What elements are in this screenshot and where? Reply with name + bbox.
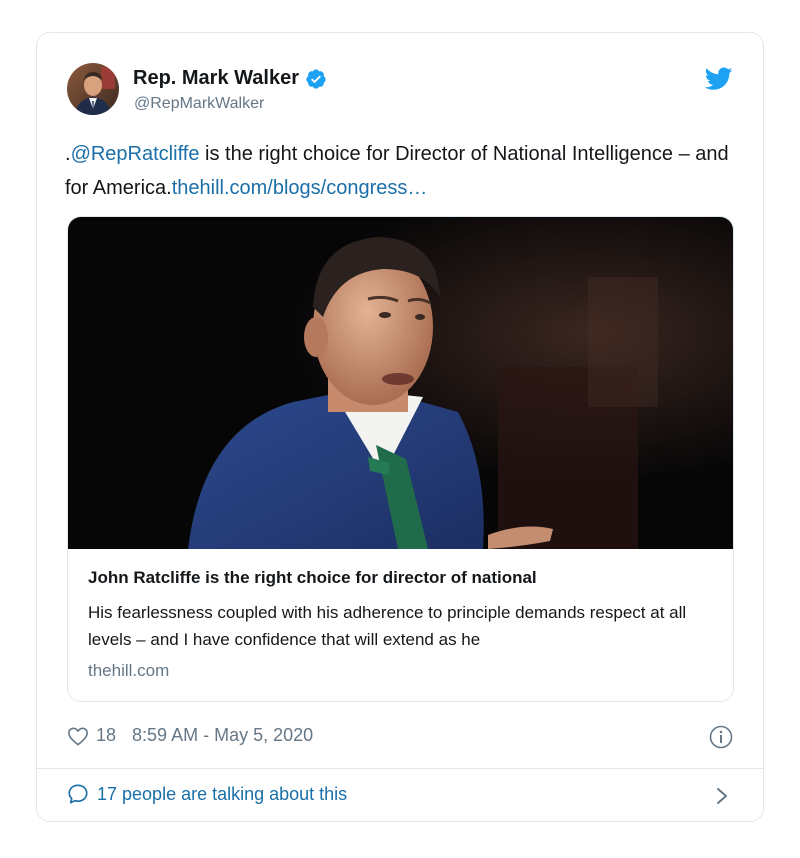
article-link[interactable]: thehill.com/blogs/congress… xyxy=(172,177,428,199)
tweet-card: Rep. Mark Walker @RepMarkWalker .@RepRat… xyxy=(36,32,764,822)
link-preview-card[interactable]: John Ratcliffe is the right choice for d… xyxy=(67,216,734,702)
card-description: His fearlessness coupled with his adhere… xyxy=(88,603,687,649)
tweet-text: .@RepRatcliffe is the right choice for D… xyxy=(65,137,737,205)
author-avatar[interactable] xyxy=(67,63,119,115)
article-photo xyxy=(68,217,733,549)
info-icon[interactable] xyxy=(709,725,733,749)
card-domain: thehill.com xyxy=(88,661,170,680)
tweet-timestamp[interactable]: 8:59 AM - May 5, 2020 xyxy=(132,725,313,746)
twitter-bird-icon[interactable] xyxy=(705,67,733,91)
verified-badge-icon xyxy=(306,68,326,89)
divider xyxy=(37,768,763,769)
heart-icon[interactable] xyxy=(67,726,89,746)
tweet-meta-row: 18 8:59 AM - May 5, 2020 xyxy=(67,725,313,746)
speech-bubble-icon xyxy=(68,784,88,804)
conversation-label[interactable]: 17 people are talking about this xyxy=(97,784,347,805)
author-name-row[interactable]: Rep. Mark Walker xyxy=(133,67,327,90)
chevron-right-icon[interactable] xyxy=(715,786,729,806)
mention-link[interactable]: @RepRatcliffe xyxy=(71,143,200,165)
like-count[interactable]: 18 xyxy=(96,725,116,746)
card-title: John Ratcliffe is the right choice for d… xyxy=(88,568,537,587)
author-display-name[interactable]: Rep. Mark Walker xyxy=(133,67,299,90)
conversation-link[interactable]: 17 people are talking about this xyxy=(67,783,347,805)
author-handle[interactable]: @RepMarkWalker xyxy=(134,95,264,113)
